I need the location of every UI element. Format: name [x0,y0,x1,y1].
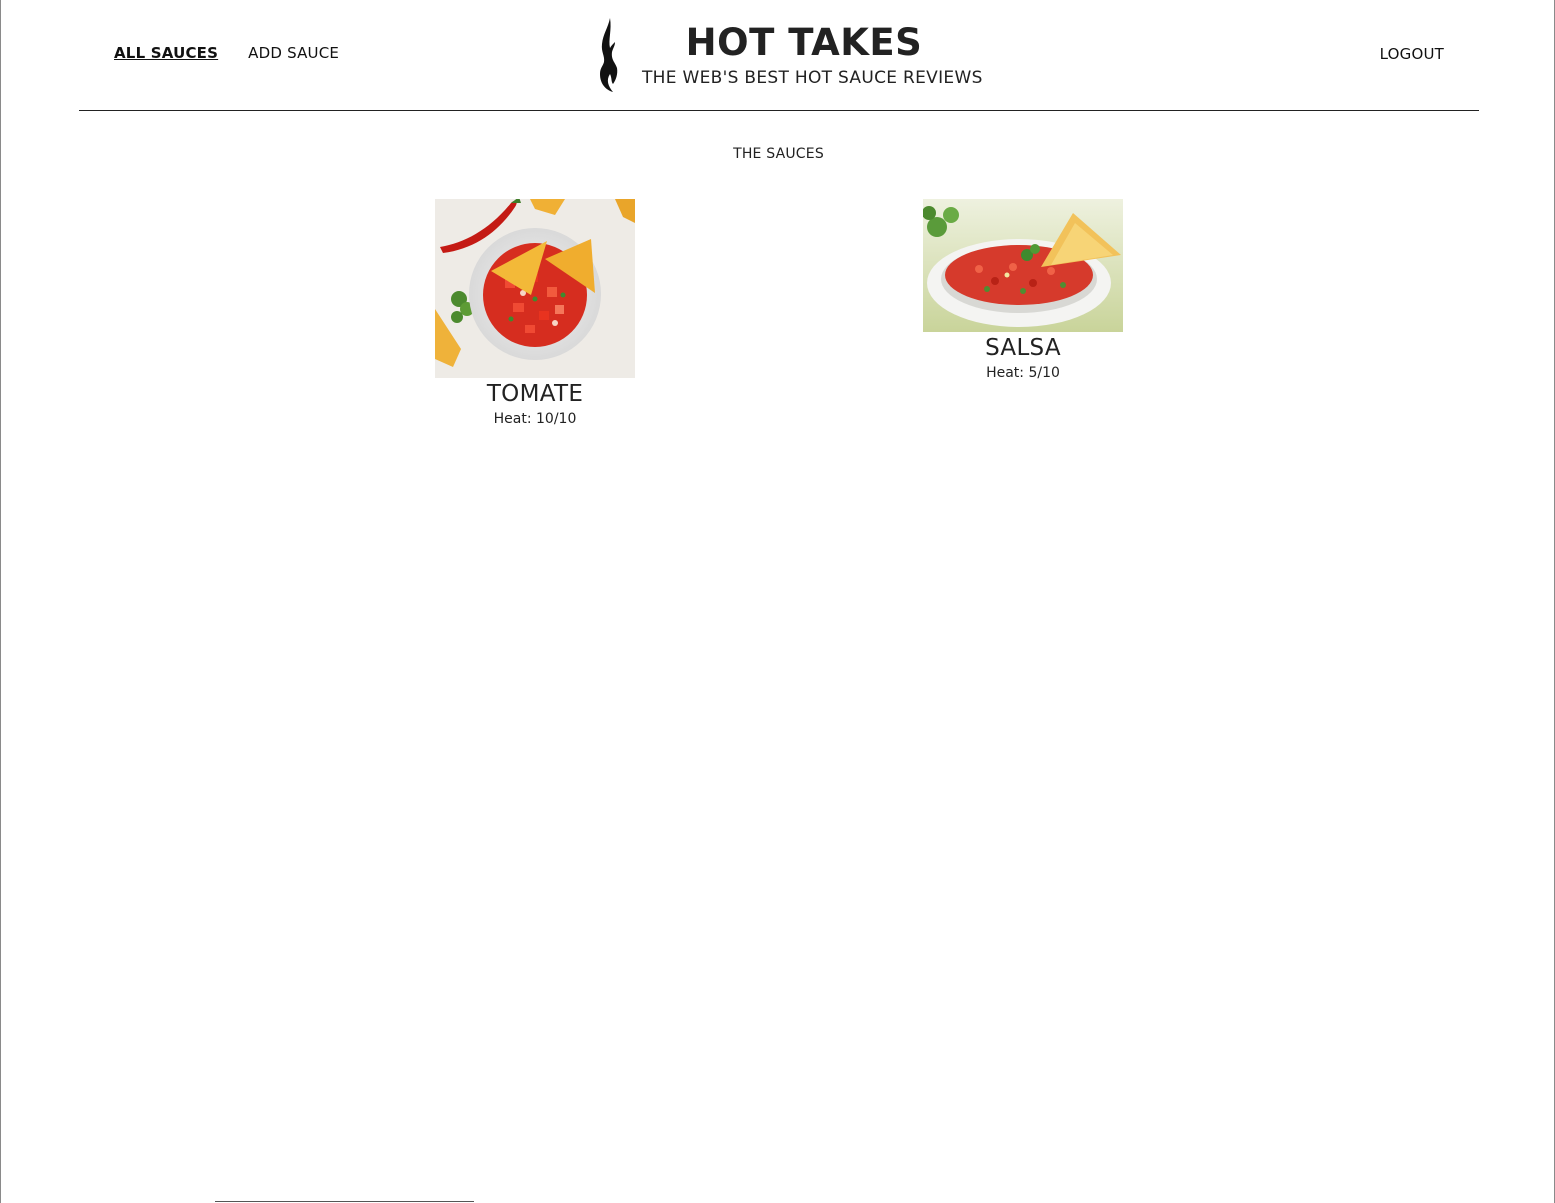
site-header: ALL SAUCES ADD SAUCE HOT TAKES THE WEB'S… [79,0,1479,111]
site-title: HOT TAKES [685,21,923,64]
sauce-image-tomate [435,199,635,378]
sauce-card-tomate[interactable]: TOMATE Heat: 10/10 [435,199,635,428]
sauce-image-salsa [923,199,1123,332]
brand[interactable]: HOT TAKES THE WEB'S BEST HOT SAUCE REVIE… [596,16,983,96]
sauce-card-salsa[interactable]: SALSA Heat: 5/10 [923,199,1123,382]
sauce-name: SALSA [985,335,1061,361]
nav-add-sauce-link[interactable]: ADD SAUCE [248,44,339,62]
app-window: ALL SAUCES ADD SAUCE HOT TAKES THE WEB'S… [0,0,1555,1203]
logout-link[interactable]: LOGOUT [1380,45,1444,63]
sauce-heat: Heat: 5/10 [986,365,1060,381]
flame-icon [600,18,618,92]
account-nav: LOGOUT [1380,44,1444,63]
nav-all-sauces-link[interactable]: ALL SAUCES [114,44,218,62]
site-subtitle: THE WEB'S BEST HOT SAUCE REVIEWS [642,68,983,88]
sauce-name: TOMATE [486,381,584,407]
sauces-heading: THE SAUCES [733,146,824,162]
sauce-heat: Heat: 10/10 [493,411,577,427]
footer-divider [215,1201,474,1202]
primary-nav: ALL SAUCES ADD SAUCE [114,44,339,62]
